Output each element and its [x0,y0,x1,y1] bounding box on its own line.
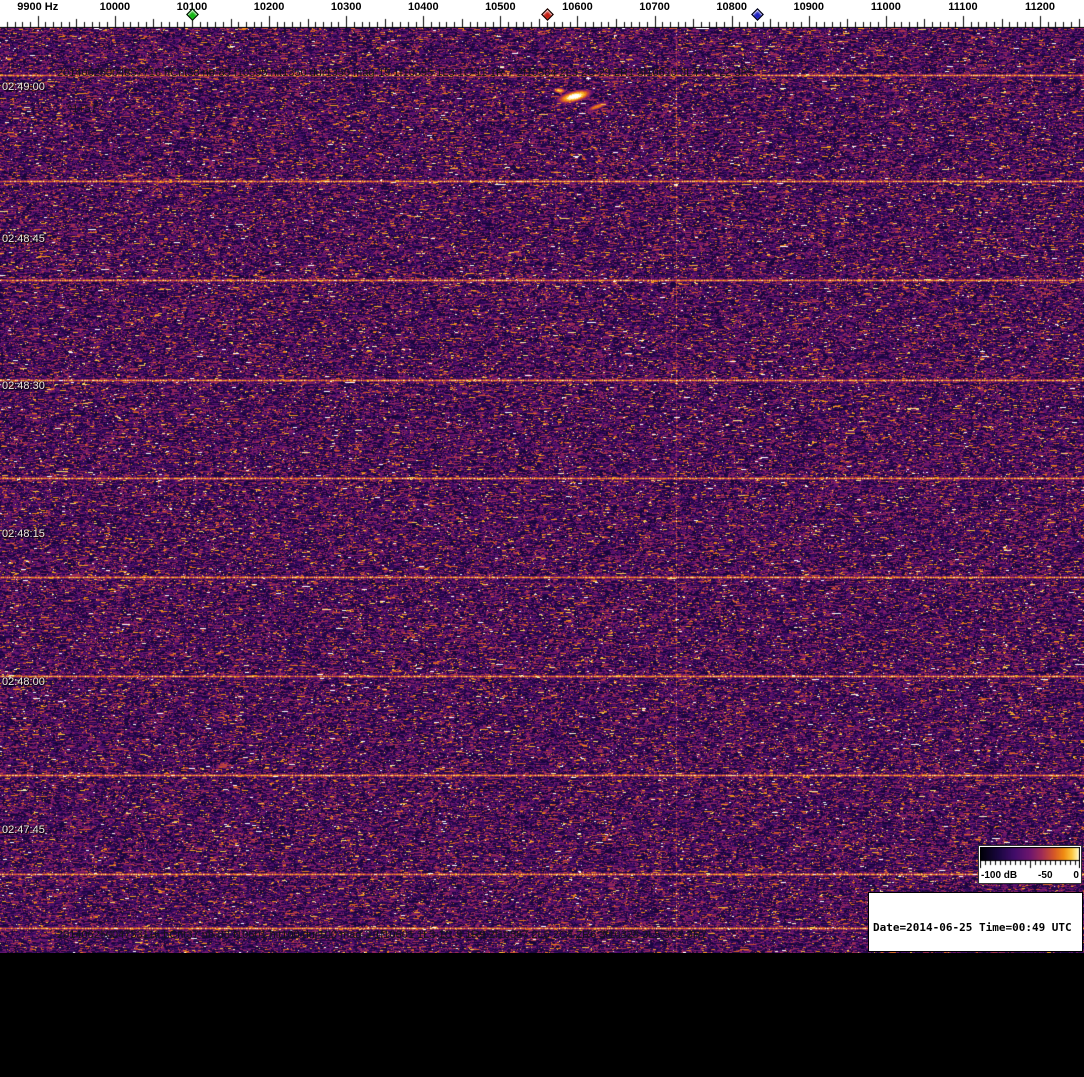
freq-tick-label: 11100 [948,1,978,13]
freq-tick-label: 11000 [870,1,901,13]
observation-info-box: Date=2014-06-25 Time=00:49 UTC Freq=143 … [868,892,1083,1051]
event-pointer-note: ^1+57 [67,103,97,115]
freq-tick-label: 10700 [639,1,670,13]
freq-tick-label: 10000 [99,1,131,13]
event-annotation-bottom: 20140625004733116 hCnt37 nb-83 f10601 hi… [57,929,707,941]
info-station-name: OBSUPICE [873,1038,926,1051]
color-scale-gradient [980,847,1080,869]
legend-label-min: -100 dB [981,870,1018,881]
info-echo-freq: Echo=10 600 Hz [873,999,966,1012]
event-annotation-top: 20140625004857716 hCnt38 nb-85 f10595 hi… [57,67,755,79]
meteor-spectrogram-screen: 9900 Hz100001010010200103001040010500106… [0,0,1084,1051]
freq-tick-label: 11200 [1025,1,1056,13]
legend-label-max: 0 [1073,870,1079,881]
freq-tick-label: 10200 [253,1,285,13]
legend-label-mid: -50 [1038,870,1053,881]
freq-tick-label: 10800 [716,1,747,13]
color-scale-labels: -100 dB -50 0 [980,869,1080,882]
info-date-time: Date=2014-06-25 Time=00:49 UTC [873,921,1072,934]
spectrogram-waterfall-canvas[interactable] [0,28,1084,953]
freq-tick-label: 10600 [562,1,593,13]
freq-tick-label: 10400 [407,1,439,13]
color-scale-legend: -100 dB -50 0 [978,845,1082,884]
time-tick-label: 02:48:45 [2,233,45,245]
time-tick-label: 02:48:00 [2,676,45,688]
time-tick-label: 02:48:30 [2,380,45,392]
time-tick-label: 02:49:00 [2,81,45,93]
freq-tick-label: 9900 Hz [17,1,59,13]
waterfall-panel: 20140625004857716 hCnt38 nb-85 f10595 hi… [0,28,1084,1051]
freq-tick-label: 10500 [485,1,516,13]
time-tick-label: 02:48:15 [2,528,45,540]
frequency-ruler: 9900 Hz100001010010200103001040010500106… [0,0,1084,28]
info-frequency: Freq=143 050 000 Hz [873,960,999,973]
time-tick-label: 02:47:45 [2,824,45,836]
freq-tick-label: 10300 [330,1,362,13]
freq-tick-label: 10900 [793,1,825,13]
